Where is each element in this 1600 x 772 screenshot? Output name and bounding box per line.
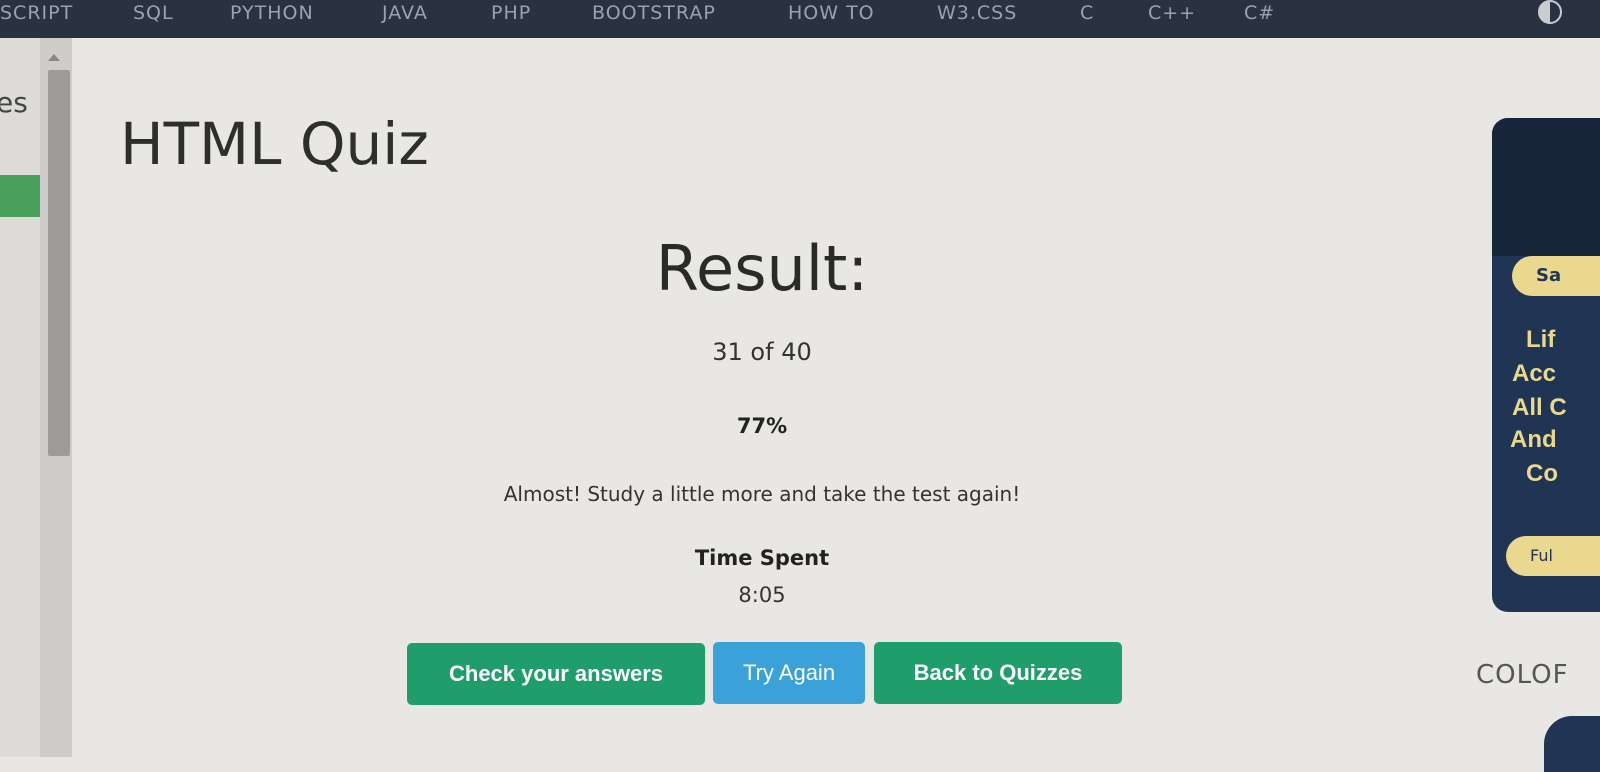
score-percent: 77% [736,414,788,438]
nav-item-python[interactable]: PYTHON [230,0,314,26]
ad-text-line: Co [1526,460,1558,487]
nav-item-java[interactable]: JAVA [382,0,428,26]
time-spent-value: 8:05 [738,583,786,607]
nav-item-c[interactable]: C [1080,0,1094,26]
corner-widget[interactable] [1544,716,1600,772]
ad-text-line: And [1510,426,1557,453]
try-again-button[interactable]: Try Again [713,642,865,704]
color-section-label: COLOF [1476,660,1569,690]
nav-item-w3css[interactable]: W3.CSS [937,0,1017,26]
time-spent-label: Time Spent [694,546,830,570]
ad-header [1492,118,1600,256]
ad-cta-button[interactable]: Ful [1506,536,1600,576]
nav-item-cpp[interactable]: C++ [1148,0,1196,26]
page-title: HTML Quiz [120,110,429,178]
ad-text-line: Lif [1526,326,1556,353]
check-answers-button[interactable]: Check your answers [407,643,705,705]
back-to-quizzes-button[interactable]: Back to Quizzes [874,642,1122,704]
ad-text-line: Acc [1512,360,1557,387]
nav-item-php[interactable]: PHP [491,0,531,26]
main-content: HTML Quiz Result: 31 of 40 77% Almost! S… [72,38,1522,757]
nav-item-javascript[interactable]: SCRIPT [0,0,73,26]
sidebar-partial-text[interactable]: es [0,86,28,119]
ad-panel[interactable]: Sa Lif Acc All C And Co Ful [1492,118,1600,612]
theme-toggle-icon[interactable] [1538,0,1562,24]
top-navigation: SCRIPT SQL PYTHON JAVA PHP BOOTSTRAP HOW… [0,0,1600,38]
nav-item-how-to[interactable]: HOW TO [788,0,875,26]
scrollbar-thumb[interactable] [48,70,70,456]
nav-item-csharp[interactable]: C# [1244,0,1275,26]
sidebar-active-item[interactable] [0,175,40,217]
score-text: 31 of 40 [712,338,812,366]
ad-text-line: All C [1512,394,1567,421]
result-heading: Result: [655,232,869,305]
ad-badge: Sa [1512,256,1600,296]
result-message: Almost! Study a little more and take the… [503,482,1021,506]
nav-item-bootstrap[interactable]: BOOTSTRAP [592,0,716,26]
scroll-up-arrow-icon[interactable] [48,54,60,61]
nav-item-sql[interactable]: SQL [133,0,174,26]
